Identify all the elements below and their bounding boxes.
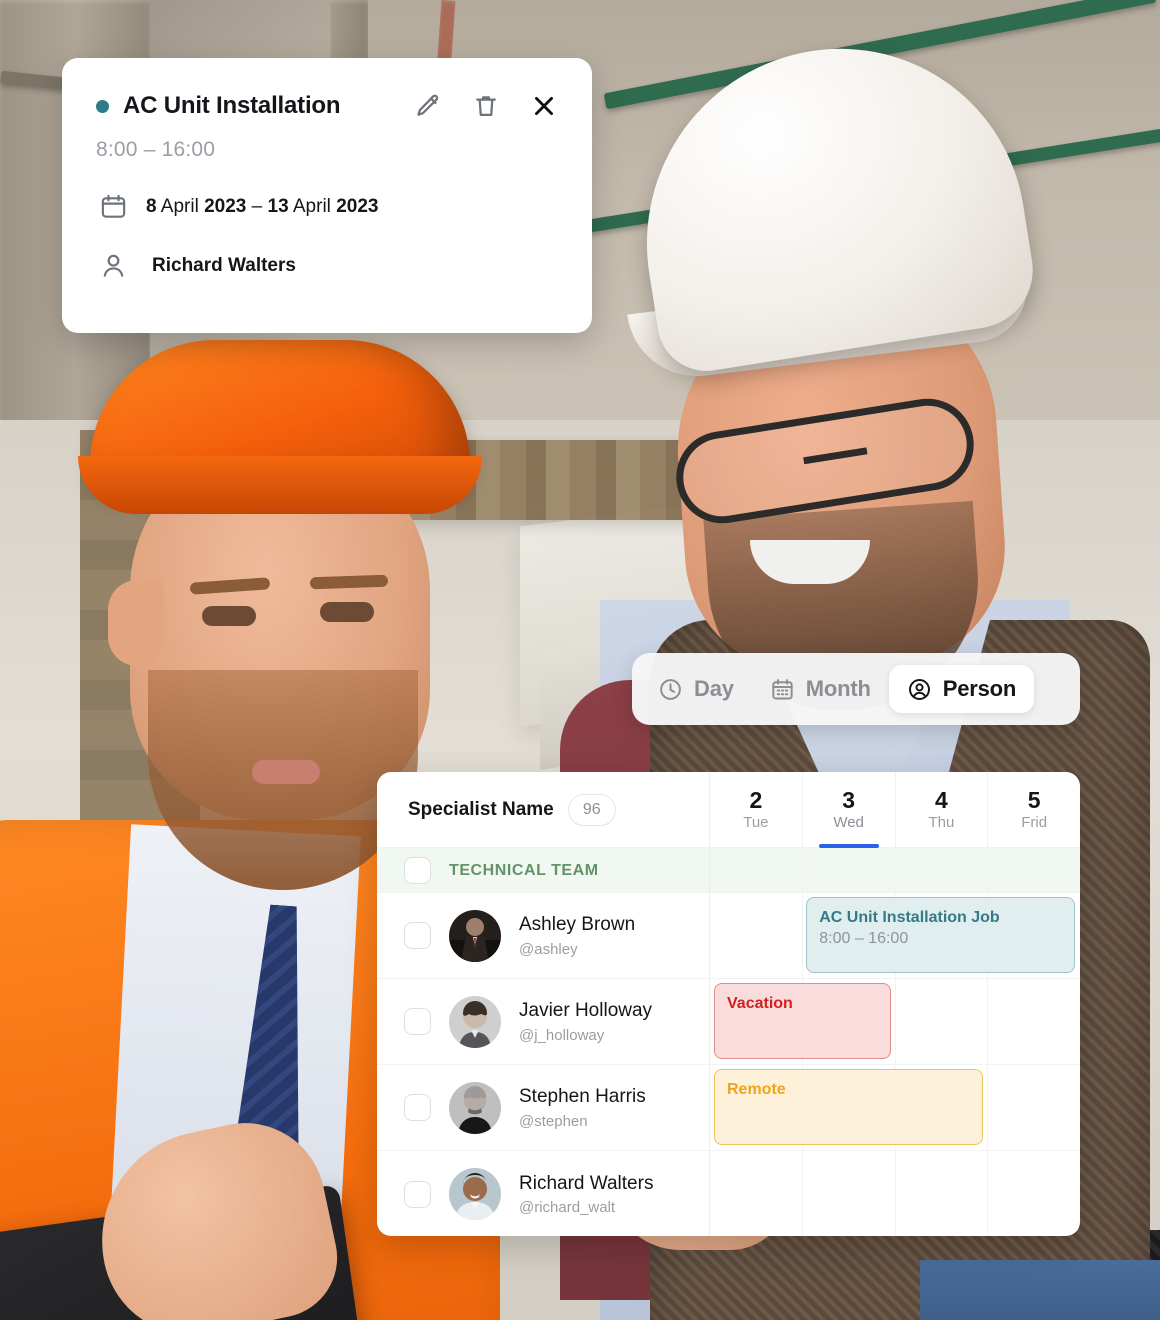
specialist-row[interactable]: Richard Walters @richard_walt	[377, 1151, 709, 1236]
view-toggle-person-label: Person	[942, 676, 1017, 701]
day-number: 5	[1027, 786, 1041, 813]
day-name: Tue	[743, 814, 769, 832]
day-name: Wed	[833, 814, 864, 832]
avatar	[449, 1168, 501, 1220]
event-ac-unit-installation-job[interactable]: AC Unit Installation Job 8:00 – 16:00	[806, 897, 1075, 973]
day-header-fri[interactable]: 5 Frid	[987, 772, 1080, 847]
event-color-dot	[96, 99, 109, 113]
jeans	[920, 1260, 1160, 1320]
specialist-handle: @richard_walt	[519, 1199, 616, 1217]
specialist-column: Specialist Name 96 TECHNICAL TEAM Ashley…	[377, 772, 710, 1236]
specialist-name: Javier Holloway	[519, 1000, 653, 1022]
day-number: 4	[934, 786, 948, 813]
avatar	[449, 1081, 501, 1134]
specialist-info: Ashley Brown @ashley	[519, 913, 635, 958]
specialist-row[interactable]: Stephen Harris @stephen	[377, 1065, 709, 1151]
day-name: Thu	[928, 814, 955, 832]
row-checkbox[interactable]	[404, 1094, 431, 1121]
specialist-count-badge: 96	[567, 793, 616, 826]
row-checkbox[interactable]	[404, 922, 431, 949]
calendar-icon	[770, 677, 795, 702]
view-toggle-month[interactable]: Month	[752, 665, 889, 713]
worker-eye	[202, 606, 256, 626]
specialist-name-label: Specialist Name	[408, 798, 554, 820]
calendar-grid: 2 Tue 3 Wed 4 Thu 5 Frid AC Unit Install…	[710, 772, 1080, 1236]
specialist-name: Stephen Harris	[519, 1086, 646, 1108]
event-time: 8:00 – 16:00	[819, 930, 909, 948]
date-end-day: 13	[267, 195, 289, 217]
popup-date-range: 8 April 2023 – 13 April 2023	[146, 196, 378, 218]
specialist-info: Richard Walters @richard_walt	[519, 1172, 653, 1217]
avatar	[449, 995, 501, 1048]
specialist-column-header: Specialist Name 96	[377, 772, 709, 848]
calendar-icon	[96, 192, 130, 221]
worker-ear	[108, 580, 164, 666]
view-toggle-month-label: Month	[805, 676, 871, 701]
popup-date-row: 8 April 2023 – 13 April 2023	[96, 192, 558, 221]
date-start-year: 2023	[204, 195, 247, 217]
person-icon	[96, 251, 130, 280]
worker-eye	[320, 602, 374, 622]
day-number: 2	[749, 786, 763, 813]
specialist-handle: @stephen	[519, 1112, 588, 1130]
schedule-panel: Specialist Name 96 TECHNICAL TEAM Ashley…	[377, 772, 1080, 1236]
day-header-tue[interactable]: 2 Tue	[710, 772, 802, 847]
close-icon[interactable]	[530, 92, 558, 120]
specialist-row[interactable]: Ashley Brown @ashley	[377, 893, 709, 979]
popup-time: 8:00 – 16:00	[96, 138, 216, 161]
specialist-info: Javier Holloway @j_holloway	[519, 999, 652, 1044]
white-hard-hat	[618, 22, 1042, 378]
group-checkbox[interactable]	[404, 857, 431, 884]
day-header-thu[interactable]: 4 Thu	[894, 772, 988, 847]
specialist-name: Richard Walters	[519, 1172, 654, 1194]
date-start-month: April	[156, 195, 205, 217]
event-detail-popup: AC Unit Installation 8:00 – 16:00 8 Apri…	[62, 58, 592, 333]
day-name: Frid	[1021, 814, 1048, 832]
popup-title: AC Unit Installation	[123, 92, 341, 119]
view-toggle-day[interactable]: Day	[640, 665, 752, 713]
event-title: AC Unit Installation Job	[819, 909, 1000, 926]
group-row-technical-team[interactable]: TECHNICAL TEAM	[377, 848, 709, 893]
row-checkbox[interactable]	[404, 1008, 431, 1035]
orange-hard-hat	[78, 340, 482, 514]
worker-mouth	[252, 760, 320, 784]
popup-actions	[414, 92, 558, 120]
popup-person-row: Richard Walters	[96, 251, 558, 280]
clock-icon	[658, 677, 683, 702]
specialist-handle: @j_holloway	[519, 1026, 605, 1044]
pencil-icon[interactable]	[414, 92, 442, 120]
person-circle-icon	[907, 677, 932, 702]
date-separator: –	[246, 195, 268, 217]
event-remote[interactable]: Remote	[714, 1069, 983, 1145]
screenshot-root: AC Unit Installation 8:00 – 16:00 8 Apri…	[0, 0, 1160, 1320]
popup-header: AC Unit Installation	[96, 92, 558, 120]
calendar-body: AC Unit Installation Job 8:00 – 16:00 Va…	[710, 848, 1080, 1236]
day-number: 3	[842, 786, 856, 813]
date-end-month: April	[288, 195, 337, 217]
date-end-year: 2023	[336, 195, 379, 217]
trash-icon[interactable]	[472, 92, 500, 120]
day-header-row: 2 Tue 3 Wed 4 Thu 5 Frid	[710, 772, 1080, 848]
group-label: TECHNICAL TEAM	[449, 861, 599, 879]
date-start-day: 8	[146, 195, 157, 217]
avatar	[449, 909, 501, 962]
event-title: Remote	[727, 1081, 786, 1098]
event-title: Vacation	[727, 995, 793, 1012]
view-toggle-day-label: Day	[694, 676, 734, 701]
event-vacation[interactable]: Vacation	[714, 983, 891, 1059]
specialist-name: Ashley Brown	[519, 914, 636, 936]
specialist-info: Stephen Harris @stephen	[519, 1085, 646, 1130]
specialist-row[interactable]: Javier Holloway @j_holloway	[377, 979, 709, 1065]
view-toggle-person[interactable]: Person	[888, 665, 1035, 713]
day-header-wed[interactable]: 3 Wed	[801, 772, 895, 848]
specialist-handle: @ashley	[519, 940, 578, 958]
row-checkbox[interactable]	[404, 1180, 431, 1208]
view-mode-toggle: Day Month Person	[632, 653, 1080, 725]
popup-assignee: Richard Walters	[152, 254, 296, 276]
